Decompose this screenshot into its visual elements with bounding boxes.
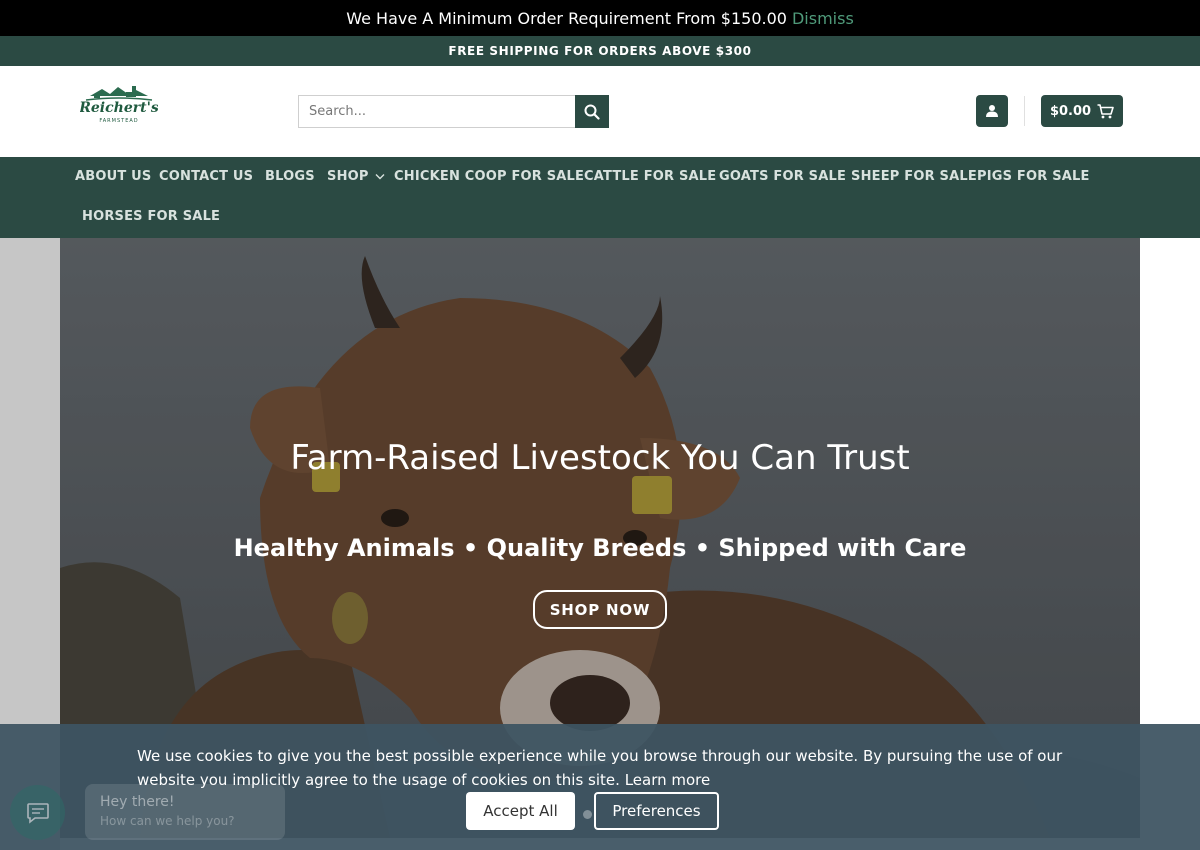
nav-contact-us[interactable]: CONTACT US (159, 169, 253, 184)
shop-now-button[interactable]: SHOP NOW (533, 590, 667, 629)
nav-horses[interactable]: HORSES FOR SALE (82, 209, 220, 224)
preferences-button[interactable]: Preferences (594, 792, 719, 830)
nav-cattle[interactable]: CATTLE FOR SALE (584, 169, 716, 184)
nav-pigs[interactable]: PIGS FOR SALE (977, 169, 1090, 184)
nav-shop[interactable]: SHOP (327, 169, 385, 184)
store-notice-text: We Have A Minimum Order Requirement From… (346, 8, 787, 28)
free-shipping-banner: FREE SHIPPING FOR ORDERS ABOVE $300 (0, 36, 1200, 66)
header-divider (1024, 96, 1025, 126)
nav-chicken-coop[interactable]: CHICKEN COOP FOR SALE (394, 169, 584, 184)
cart-total: $0.00 (1049, 103, 1092, 119)
chat-prompt: How can we help you? (100, 814, 235, 828)
accept-all-button[interactable]: Accept All (466, 792, 575, 830)
nav-about-us[interactable]: ABOUT US (75, 169, 152, 184)
svg-text:FARMSTEAD: FARMSTEAD (99, 118, 138, 124)
nav-sheep[interactable]: SHEEP FOR SALE (851, 169, 977, 184)
nav-goats[interactable]: GOATS FOR SALE (719, 169, 846, 184)
site-logo[interactable]: Reichert's FARMSTEAD (78, 82, 159, 126)
cookie-text: We use cookies to give you the best poss… (137, 747, 1063, 789)
hero-title: Farm-Raised Livestock You Can Trust (290, 438, 910, 478)
chevron-down-icon (375, 174, 385, 180)
search-icon (584, 104, 600, 120)
search-input[interactable] (298, 95, 575, 128)
nav-blogs[interactable]: BLOGS (265, 169, 315, 184)
chat-icon (26, 802, 49, 824)
farm-logo-icon: Reichert's FARMSTEAD (78, 86, 159, 124)
cart-icon (1097, 103, 1114, 118)
chat-greeting: Hey there! (100, 794, 175, 810)
chat-greeting-card[interactable]: Hey there! How can we help you? (85, 784, 285, 840)
store-notice-bar: We Have A Minimum Order Requirement From… (0, 0, 1200, 36)
site-header: Reichert's FARMSTEAD $0.00 (0, 66, 1200, 157)
search-form (298, 95, 609, 128)
cart-button[interactable]: $0.00 (1041, 95, 1123, 127)
user-icon (986, 105, 998, 117)
hero-subtitle: Healthy Animals • Quality Breeds • Shipp… (233, 534, 967, 562)
account-button[interactable] (976, 95, 1008, 127)
main-navigation: ABOUT US CONTACT US BLOGS SHOP CHICKEN C… (0, 157, 1200, 238)
search-button[interactable] (575, 95, 609, 128)
learn-more-link[interactable]: Learn more (625, 771, 711, 789)
svg-text:Reichert's: Reichert's (80, 100, 158, 116)
nav-shop-label: SHOP (327, 169, 369, 184)
dismiss-link[interactable]: Dismiss (792, 9, 854, 28)
slider-dot[interactable] (583, 810, 592, 819)
free-shipping-text: FREE SHIPPING FOR ORDERS ABOVE $300 (448, 44, 752, 58)
chat-launcher-button[interactable] (10, 785, 65, 840)
